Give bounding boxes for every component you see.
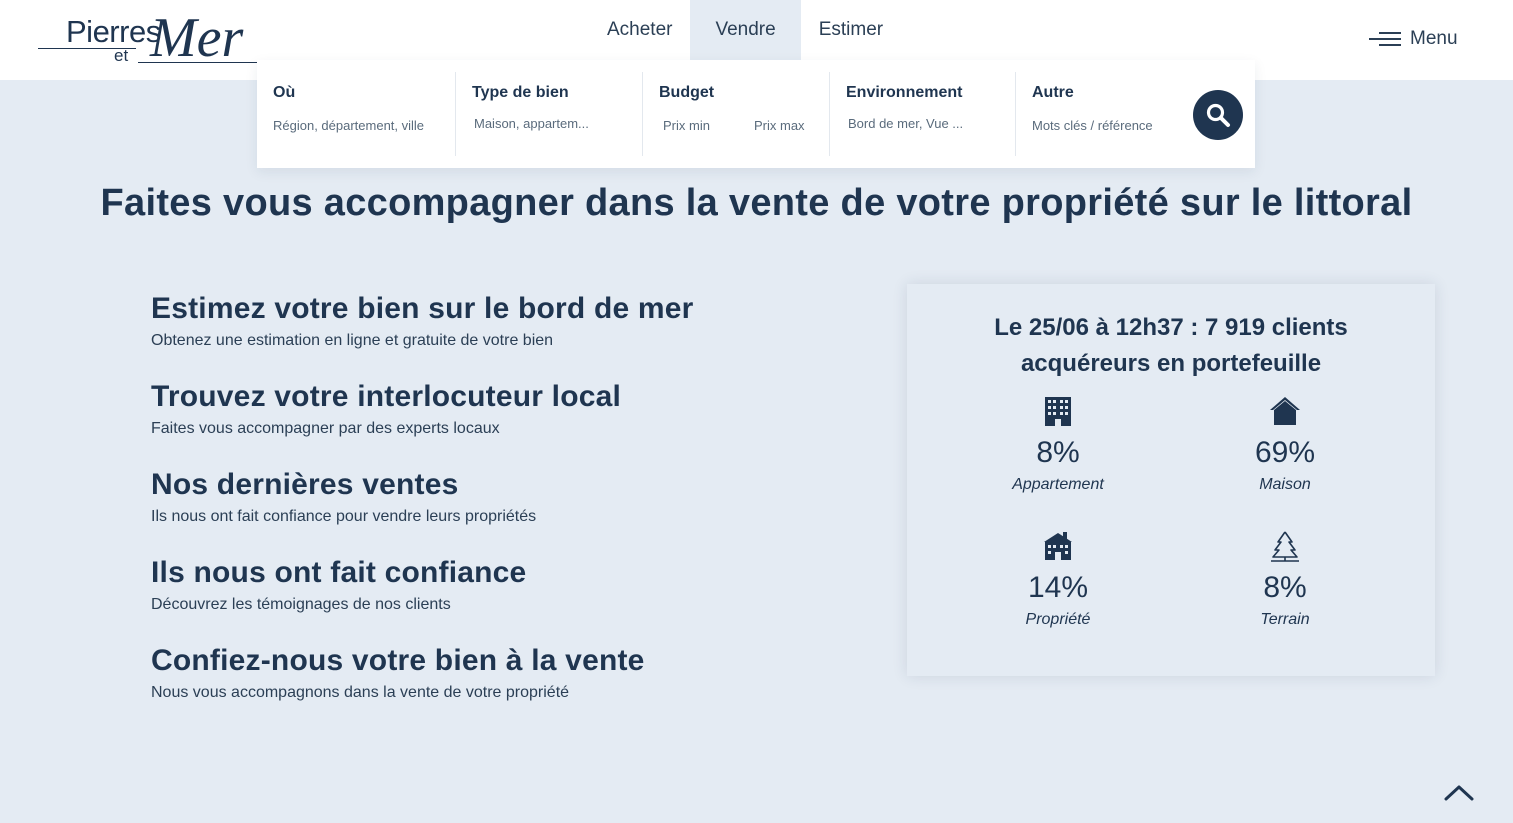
- service-links: Estimez votre bien sur le bord de mer Ob…: [151, 292, 851, 732]
- link-title[interactable]: Ils nous ont fait confiance: [151, 556, 851, 590]
- link-title[interactable]: Trouvez votre interlocuteur local: [151, 380, 851, 414]
- search-panel: Où Région, département, ville Type de bi…: [257, 60, 1255, 168]
- tree-land-icon: [1271, 531, 1299, 562]
- other-field[interactable]: Autre Mots clés / référence: [1016, 72, 1186, 156]
- environment-label: Environnement: [846, 84, 963, 101]
- price-min-input[interactable]: Prix min: [663, 118, 710, 133]
- stats-heading-line2: acquéreurs en portefeuille: [1020, 350, 1322, 377]
- stat-percent: 8%: [1036, 436, 1080, 469]
- logo-mer-text: Mer: [150, 7, 244, 69]
- logo-brand-text: Pierres: [66, 14, 161, 49]
- stat-label: Propriété: [1025, 611, 1091, 628]
- property-type-field[interactable]: Type de bien Maison, appartem...: [456, 72, 643, 156]
- stat-label: Appartement: [1012, 476, 1104, 493]
- environment-select[interactable]: Bord de mer, Vue ...: [848, 116, 963, 131]
- budget-label: Budget: [659, 84, 715, 101]
- stat-estate: 14% Propriété: [978, 529, 1138, 629]
- link-subtitle: Faites vous accompagner par des experts …: [151, 420, 500, 437]
- environment-field[interactable]: Environnement Bord de mer, Vue ...: [830, 72, 1016, 156]
- keywords-input[interactable]: Mots clés / référence: [1032, 118, 1153, 133]
- hamburger-icon: [1369, 30, 1401, 48]
- search-icon: [1206, 103, 1230, 127]
- stat-percent: 14%: [1027, 571, 1089, 604]
- menu-button[interactable]: Menu: [1369, 28, 1458, 50]
- budget-field: Budget Prix min Prix max: [643, 72, 830, 156]
- estate-property-icon: [1044, 532, 1072, 560]
- property-type-label: Type de bien: [472, 84, 569, 101]
- other-label: Autre: [1032, 84, 1074, 101]
- main-nav: Acheter Vendre Estimer: [589, 0, 901, 60]
- location-input[interactable]: Région, département, ville: [273, 118, 443, 133]
- tab-estimer[interactable]: Estimer: [801, 0, 901, 60]
- tab-vendre[interactable]: Vendre: [690, 0, 801, 60]
- price-max-input[interactable]: Prix max: [754, 118, 805, 133]
- stat-label: Maison: [1259, 476, 1311, 493]
- link-subtitle: Découvrez les témoignages de nos clients: [151, 596, 451, 613]
- stats-heading-line1: Le 25/06 à 12h37 : 7 919 clients: [994, 314, 1348, 341]
- search-button[interactable]: [1193, 90, 1243, 140]
- link-entrust-property[interactable]: Confiez-nous votre bien à la vente Nous …: [151, 644, 851, 732]
- chevron-up-icon[interactable]: [1443, 782, 1475, 802]
- tab-acheter[interactable]: Acheter: [589, 0, 690, 60]
- page-title: Faites vous accompagner dans la vente de…: [100, 182, 1413, 224]
- stat-land: 8% Terrain: [1205, 529, 1365, 629]
- link-title[interactable]: Estimez votre bien sur le bord de mer: [151, 292, 851, 326]
- stat-percent: 8%: [1263, 571, 1307, 604]
- link-title[interactable]: Nos dernières ventes: [151, 468, 851, 502]
- logo-et-text: et: [114, 46, 129, 65]
- menu-label: Menu: [1410, 28, 1458, 49]
- stat-label: Terrain: [1260, 611, 1310, 628]
- stat-apartment: 8% Appartement: [978, 394, 1138, 494]
- link-testimonials[interactable]: Ils nous ont fait confiance Découvrez le…: [151, 556, 851, 644]
- property-type-select[interactable]: Maison, appartem...: [474, 116, 589, 131]
- location-label: Où: [273, 84, 296, 101]
- stats-heading: Le 25/06 à 12h37 : 7 919 clients acquére…: [907, 310, 1435, 382]
- link-latest-sales[interactable]: Nos dernières ventes Ils nous ont fait c…: [151, 468, 851, 556]
- link-subtitle: Obtenez une estimation en ligne et gratu…: [151, 332, 554, 349]
- link-title[interactable]: Confiez-nous votre bien à la vente: [151, 644, 851, 678]
- stat-house: 69% Maison: [1205, 394, 1365, 494]
- apartment-building-icon: [1045, 397, 1071, 426]
- link-subtitle: Nous vous accompagnons dans la vente de …: [151, 684, 570, 701]
- house-icon: [1270, 397, 1300, 425]
- link-local-contact[interactable]: Trouvez votre interlocuteur local Faites…: [151, 380, 851, 468]
- link-estimate[interactable]: Estimez votre bien sur le bord de mer Ob…: [151, 292, 851, 380]
- pierres-et-mer-logo[interactable]: Pierres et Mer: [38, 7, 268, 70]
- location-field[interactable]: Où Région, département, ville: [257, 72, 456, 156]
- stat-percent: 69%: [1254, 436, 1316, 469]
- buyer-stats-card: Le 25/06 à 12h37 : 7 919 clients acquére…: [907, 284, 1435, 676]
- link-subtitle: Ils nous ont fait confiance pour vendre …: [151, 508, 537, 525]
